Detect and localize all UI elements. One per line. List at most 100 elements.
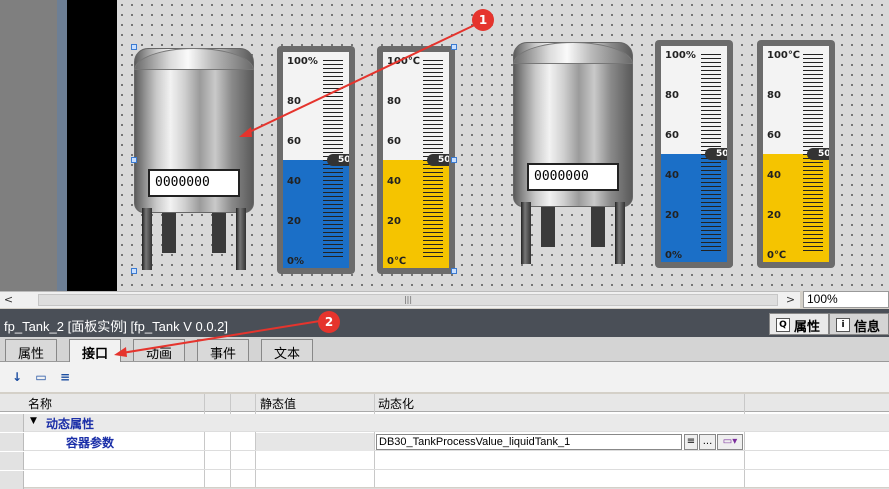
tab-label: 信息 bbox=[853, 319, 880, 335]
grid-header: 名称 静态值 动态化 bbox=[0, 394, 889, 412]
left-panel-strip bbox=[0, 0, 117, 291]
screen-canvas[interactable]: 0000000 100% 80 60 40 20 0% 50 100℃ 80 6… bbox=[117, 0, 889, 291]
gauge-label: 0℃ bbox=[767, 250, 787, 261]
gauge-label: 0℃ bbox=[387, 256, 407, 267]
column-header-static[interactable]: 静态值 bbox=[260, 395, 296, 412]
tab-animation[interactable]: 动画 bbox=[133, 339, 186, 362]
scroll-left-button[interactable]: < bbox=[0, 292, 17, 309]
tank-inner-leg bbox=[162, 213, 176, 253]
properties-icon: Q bbox=[775, 318, 790, 332]
table-row-empty bbox=[0, 452, 889, 470]
gauge-face: 100℃ 80 60 40 20 0℃ 50 bbox=[383, 52, 449, 268]
gauge-label: 40 bbox=[767, 170, 781, 181]
row-header[interactable] bbox=[0, 433, 24, 451]
tag-dropdown-icon[interactable]: ▭▾ bbox=[717, 434, 743, 450]
gauge-face: 100% 80 60 40 20 0% 50 bbox=[661, 46, 727, 262]
table-row[interactable]: 容器参数 DB30_TankProcessValue_liquidTank_1 … bbox=[0, 433, 889, 451]
expand-triangle-icon[interactable]: ▼ bbox=[30, 416, 37, 426]
tank-value-field[interactable]: 0000000 bbox=[527, 163, 619, 191]
info-icon: i bbox=[835, 318, 850, 332]
selection-handle[interactable] bbox=[451, 44, 457, 50]
tab-info[interactable]: i 信息 bbox=[828, 313, 889, 335]
zoom-field[interactable]: 100% bbox=[803, 291, 889, 308]
tab-label: 属性 bbox=[793, 319, 820, 335]
gauge-label: 100℃ bbox=[767, 50, 800, 61]
gauge-label: 20 bbox=[287, 216, 301, 227]
dynamic-value-input[interactable]: DB30_TankProcessValue_liquidTank_1 bbox=[376, 434, 682, 450]
static-value-cell[interactable] bbox=[256, 433, 374, 451]
interface-toolbar: ↓ ▭ ≡ bbox=[0, 362, 889, 392]
column-header-dynamic[interactable]: 动态化 bbox=[378, 395, 414, 412]
parameter-name: 容器参数 bbox=[66, 436, 115, 450]
gauge-label: 60 bbox=[665, 130, 679, 141]
tank-inner-leg bbox=[212, 213, 226, 253]
annotation-marker-1: 1 bbox=[472, 9, 494, 31]
horizontal-scrollbar[interactable]: < ||| > bbox=[0, 291, 800, 308]
selection-handle[interactable] bbox=[451, 157, 457, 163]
gauge-label: 20 bbox=[767, 210, 781, 221]
gauge-label: 60 bbox=[767, 130, 781, 141]
table-row-empty bbox=[0, 471, 889, 489]
tank-value-field[interactable]: 0000000 bbox=[148, 169, 240, 197]
gauge-level-1[interactable]: 100% 80 60 40 20 0% 50 bbox=[277, 46, 355, 274]
scroll-thumb[interactable]: ||| bbox=[38, 294, 778, 306]
tab-events[interactable]: 事件 bbox=[197, 339, 250, 362]
gauge-pointer: 50 bbox=[327, 154, 349, 166]
row-header bbox=[0, 471, 24, 489]
gauge-label: 40 bbox=[387, 176, 401, 187]
tank-inner-leg bbox=[591, 207, 605, 247]
gauge-level-2[interactable]: 100% 80 60 40 20 0% 50 bbox=[655, 40, 733, 268]
list-icon[interactable]: ≡ bbox=[684, 434, 698, 450]
inspector-title: fp_Tank_2 [面板实例] [fp_Tank V 0.0.2] bbox=[0, 309, 889, 337]
selection-handle[interactable] bbox=[131, 268, 137, 274]
tank-inner-leg bbox=[541, 207, 555, 247]
row-header[interactable] bbox=[0, 414, 24, 432]
sort-az-icon[interactable]: ↓ bbox=[8, 368, 26, 386]
gauge-label: 60 bbox=[287, 136, 301, 147]
gauge-label: 100% bbox=[665, 50, 696, 61]
group-label: 动态属性 bbox=[46, 417, 95, 431]
left-grey-area bbox=[0, 0, 57, 291]
tank-leg bbox=[615, 202, 625, 264]
tab-text[interactable]: 文本 bbox=[261, 339, 314, 362]
gauge-label: 20 bbox=[665, 210, 679, 221]
gauge-face: 100% 80 60 40 20 0% 50 bbox=[283, 52, 349, 268]
gauge-temperature-1[interactable]: 100℃ 80 60 40 20 0℃ 50 bbox=[377, 46, 455, 274]
scroll-right-button[interactable]: > bbox=[782, 292, 799, 309]
gauge-face: 100℃ 80 60 40 20 0℃ 50 bbox=[763, 46, 829, 262]
gauge-label: 40 bbox=[665, 170, 679, 181]
selection-handle[interactable] bbox=[131, 44, 137, 50]
gauge-pointer: 50 bbox=[807, 148, 829, 160]
tab-interface[interactable]: 接口 bbox=[69, 339, 122, 362]
column-header-name[interactable]: 名称 bbox=[28, 395, 52, 412]
gauge-label: 80 bbox=[767, 90, 781, 101]
gauge-pointer: 50 bbox=[427, 154, 449, 166]
gauge-label: 80 bbox=[665, 90, 679, 101]
left-border bbox=[57, 0, 67, 291]
tank-leg bbox=[142, 208, 152, 270]
tab-properties[interactable]: 属性 bbox=[5, 339, 58, 362]
folder-icon[interactable]: ▭ bbox=[32, 368, 50, 386]
table-row-group[interactable]: ▼ 动态属性 bbox=[0, 414, 889, 432]
inspector-right-tabs: Q 属性 i 信息 bbox=[768, 313, 889, 335]
tank-leg bbox=[521, 202, 531, 264]
interface-grid: 名称 静态值 动态化 ▼ 动态属性 容器参数 DB30_TankProcessV… bbox=[0, 394, 889, 489]
tab-properties-main[interactable]: Q 属性 bbox=[768, 313, 829, 335]
more-button[interactable]: ... bbox=[699, 434, 716, 450]
gauge-label: 0% bbox=[287, 256, 304, 267]
selection-handle[interactable] bbox=[131, 157, 137, 163]
gauge-label: 100℃ bbox=[387, 56, 420, 67]
row-header bbox=[0, 452, 24, 470]
gauge-label: 80 bbox=[287, 96, 301, 107]
annotation-marker-2: 2 bbox=[318, 311, 340, 333]
selection-handle[interactable] bbox=[451, 268, 457, 274]
gauge-temperature-2[interactable]: 100℃ 80 60 40 20 0℃ 50 bbox=[757, 40, 835, 268]
tank-2[interactable]: 0000000 bbox=[513, 42, 633, 268]
list-icon[interactable]: ≡ bbox=[56, 368, 74, 386]
tank-1[interactable]: 0000000 bbox=[134, 48, 254, 274]
tank-leg bbox=[236, 208, 246, 270]
gauge-label: 40 bbox=[287, 176, 301, 187]
gauge-label: 20 bbox=[387, 216, 401, 227]
gauge-label: 80 bbox=[387, 96, 401, 107]
property-tabs: 属性 接口 动画 事件 文本 bbox=[0, 337, 889, 362]
